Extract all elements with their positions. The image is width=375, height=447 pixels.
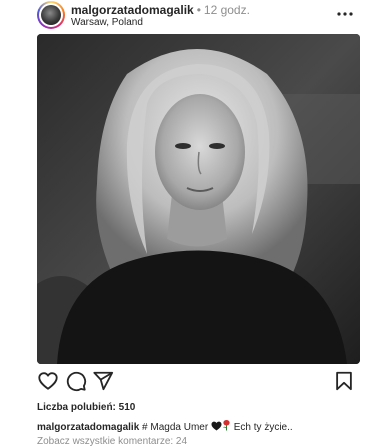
likes-number: 510	[118, 402, 136, 413]
separator-dot: •	[196, 3, 201, 17]
instagram-post: malgorzatadomagalik • 12 godz. Warsaw, Pol…	[0, 0, 375, 447]
likes-count[interactable]: Liczba polubień: 510	[37, 402, 135, 413]
heart-icon[interactable]	[37, 370, 59, 392]
post-time[interactable]: 12 godz.	[204, 3, 250, 17]
post-image[interactable]	[37, 34, 360, 364]
black-heart-emoji	[211, 421, 222, 431]
likes-label: Liczba polubień:	[37, 402, 116, 413]
caption-text-start: # Magda Umer	[142, 422, 209, 433]
post-actions	[0, 370, 375, 396]
more-options-icon[interactable]	[336, 7, 354, 21]
share-icon[interactable]	[92, 370, 114, 392]
caption-text-end: Ech ty życie..	[233, 422, 293, 433]
comment-icon[interactable]	[65, 370, 87, 392]
avatar[interactable]	[37, 1, 65, 29]
username-line: malgorzatadomagalik • 12 godz.	[71, 3, 250, 17]
portrait-photo	[37, 34, 360, 364]
username-link[interactable]: malgorzatadomagalik	[71, 3, 194, 17]
bookmark-icon[interactable]	[333, 370, 355, 392]
post-header: malgorzatadomagalik • 12 godz. Warsaw, Pol…	[0, 0, 375, 32]
location-link[interactable]: Warsaw, Poland	[71, 17, 143, 28]
rose-emoji	[223, 420, 230, 431]
caption-username[interactable]: malgorzatadomagalik	[37, 422, 139, 433]
caption: malgorzatadomagalik # Magda Umer Ech ty …	[37, 419, 293, 433]
